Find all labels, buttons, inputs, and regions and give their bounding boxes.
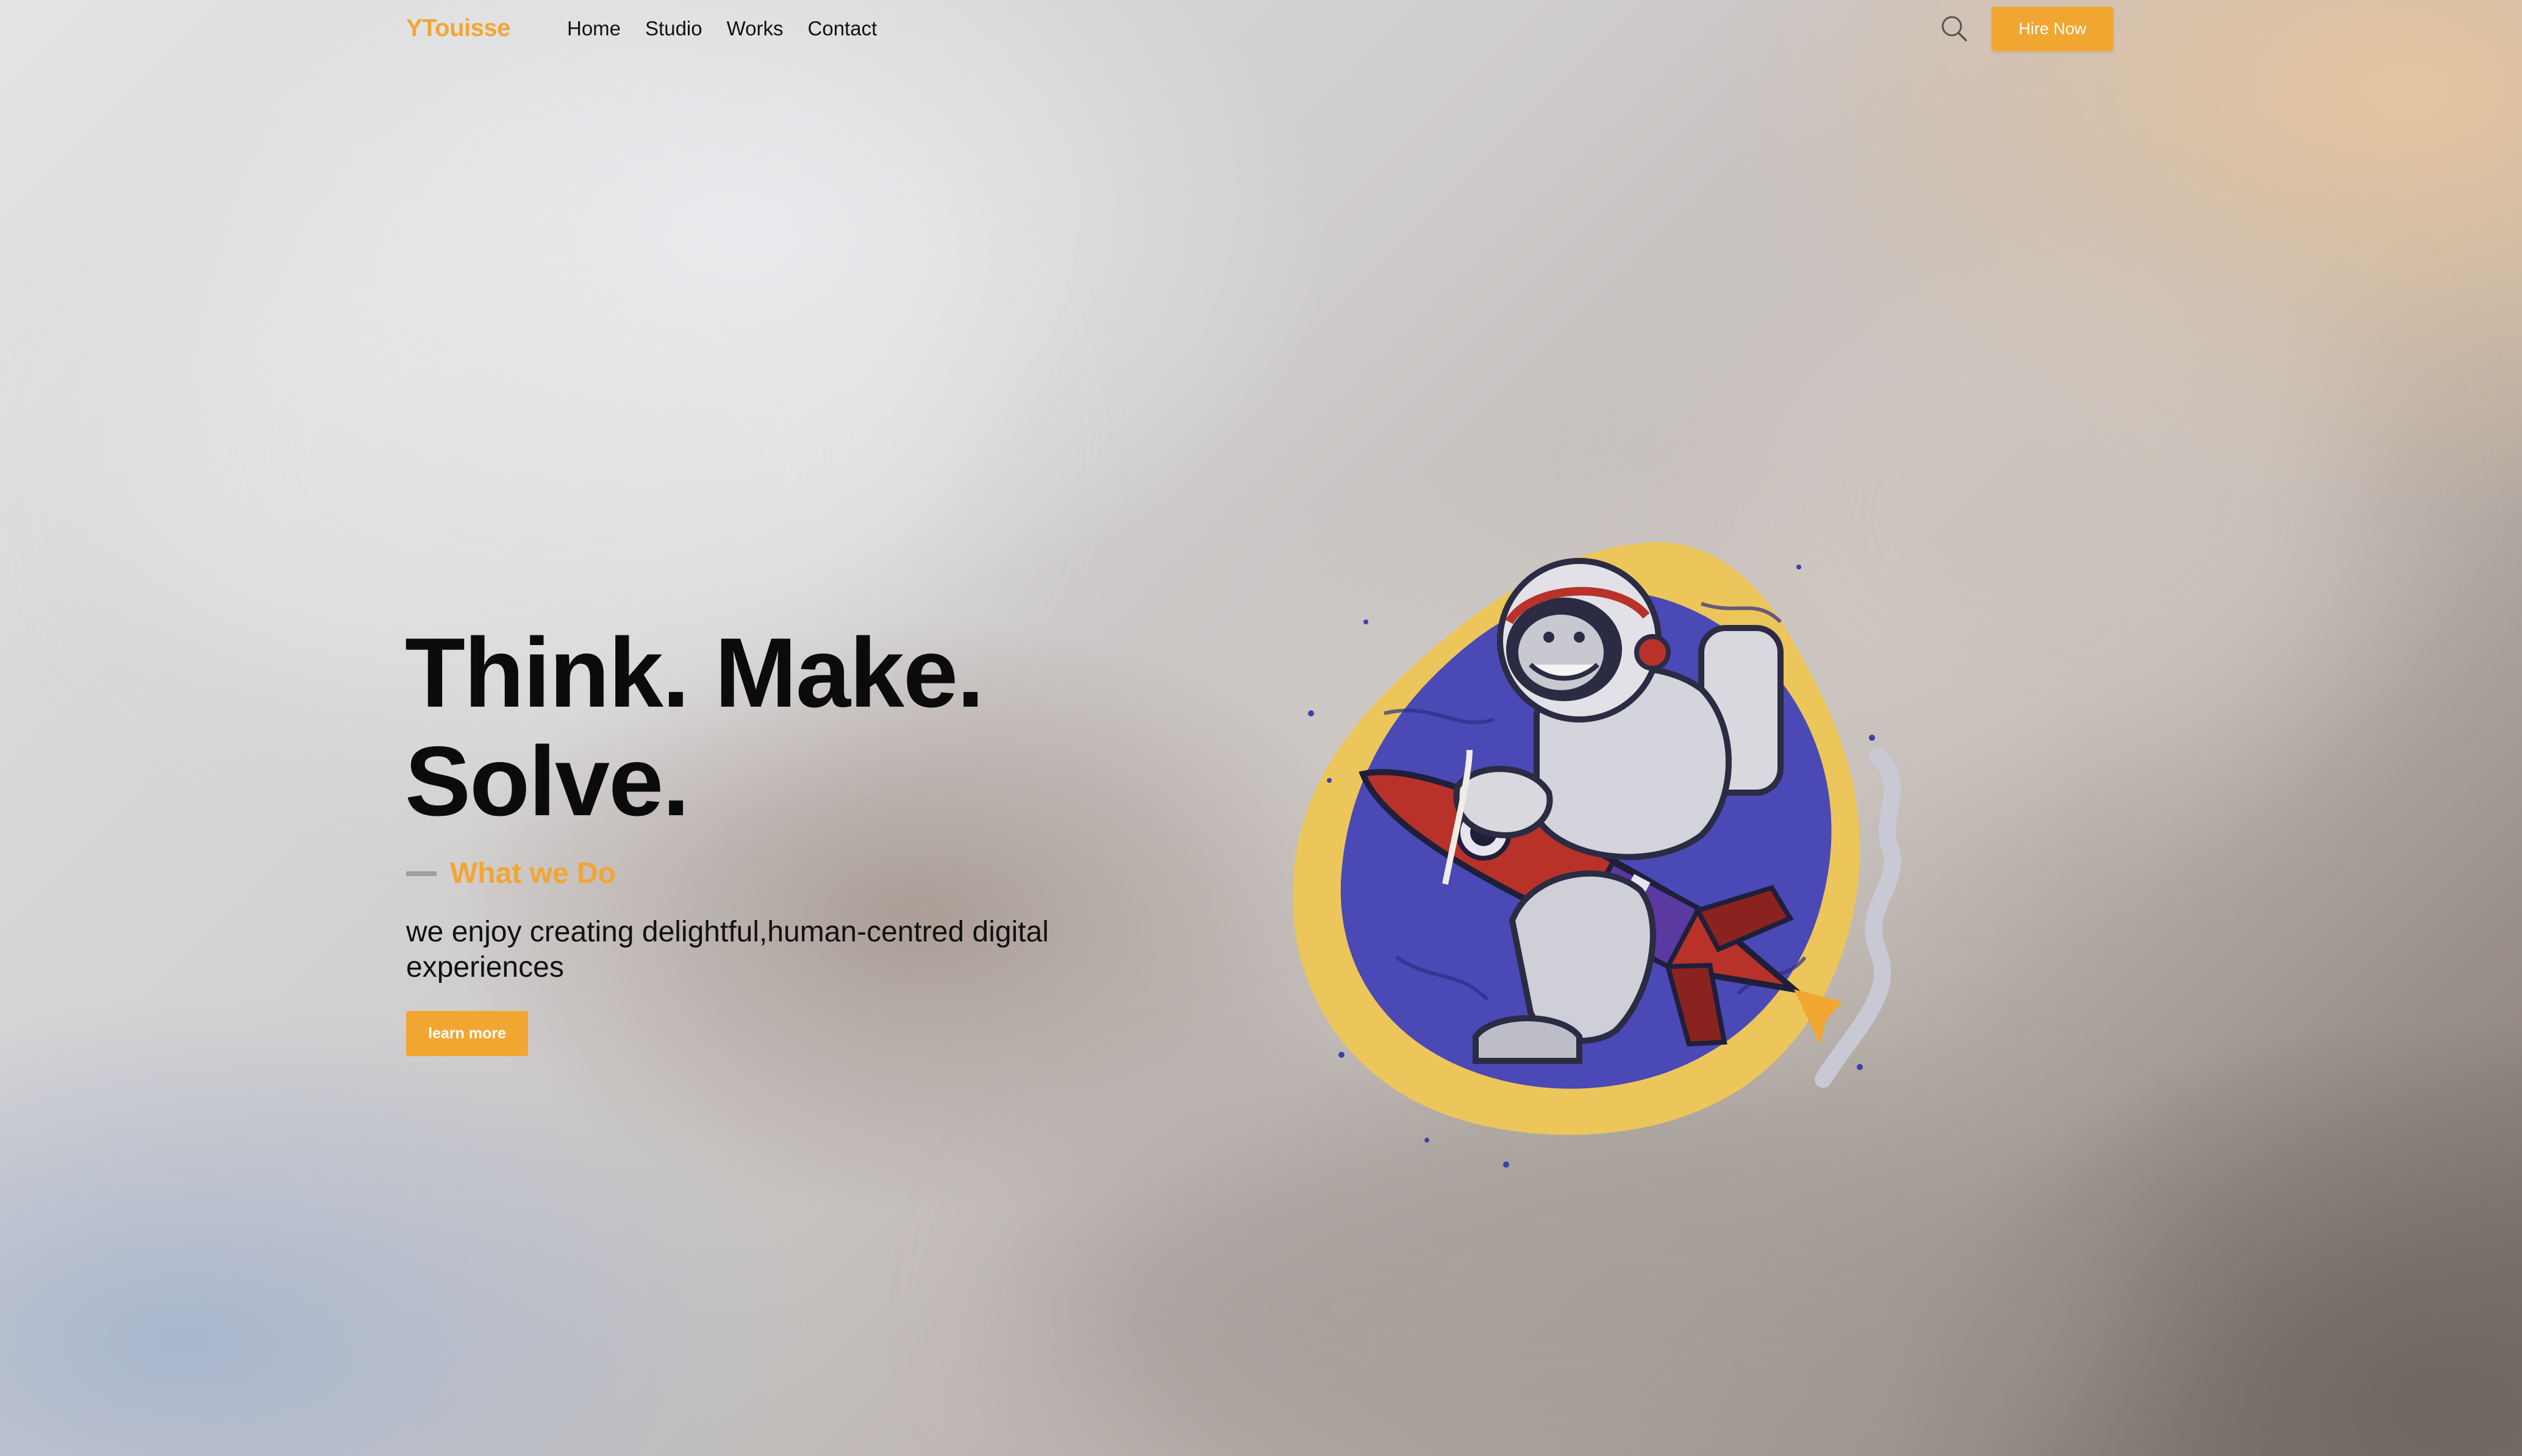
nav-item-home[interactable]: Home <box>567 17 621 40</box>
section-label-text: What we Do <box>450 857 616 890</box>
astronaut-rocket-illustration <box>1293 542 1901 1168</box>
search-icon[interactable] <box>1939 13 1970 44</box>
top-navigation: YTouisse Home Studio Works Contact Hire … <box>0 0 2522 59</box>
learn-more-button[interactable]: learn more <box>406 1011 528 1056</box>
brand-logo[interactable]: YTouisse <box>406 15 510 42</box>
hero-title-line1: Think. Make. <box>405 618 984 728</box>
main-menu: Home Studio Works Contact <box>567 17 877 40</box>
nav-item-contact[interactable]: Contact <box>808 17 877 40</box>
hero-description: we enjoy creating delightful,human-centr… <box>406 916 1049 983</box>
hire-now-button[interactable]: Hire Now <box>1992 7 2113 51</box>
nav-item-works[interactable]: Works <box>727 17 784 40</box>
dash-divider <box>406 871 437 876</box>
hero-title: Think. Make. Solve. <box>405 619 1137 836</box>
nav-item-studio[interactable]: Studio <box>645 17 702 40</box>
hero-title-line2: Solve. <box>405 726 690 837</box>
search-icon-graphic <box>1942 16 1967 41</box>
section-label: What we Do <box>406 857 616 890</box>
